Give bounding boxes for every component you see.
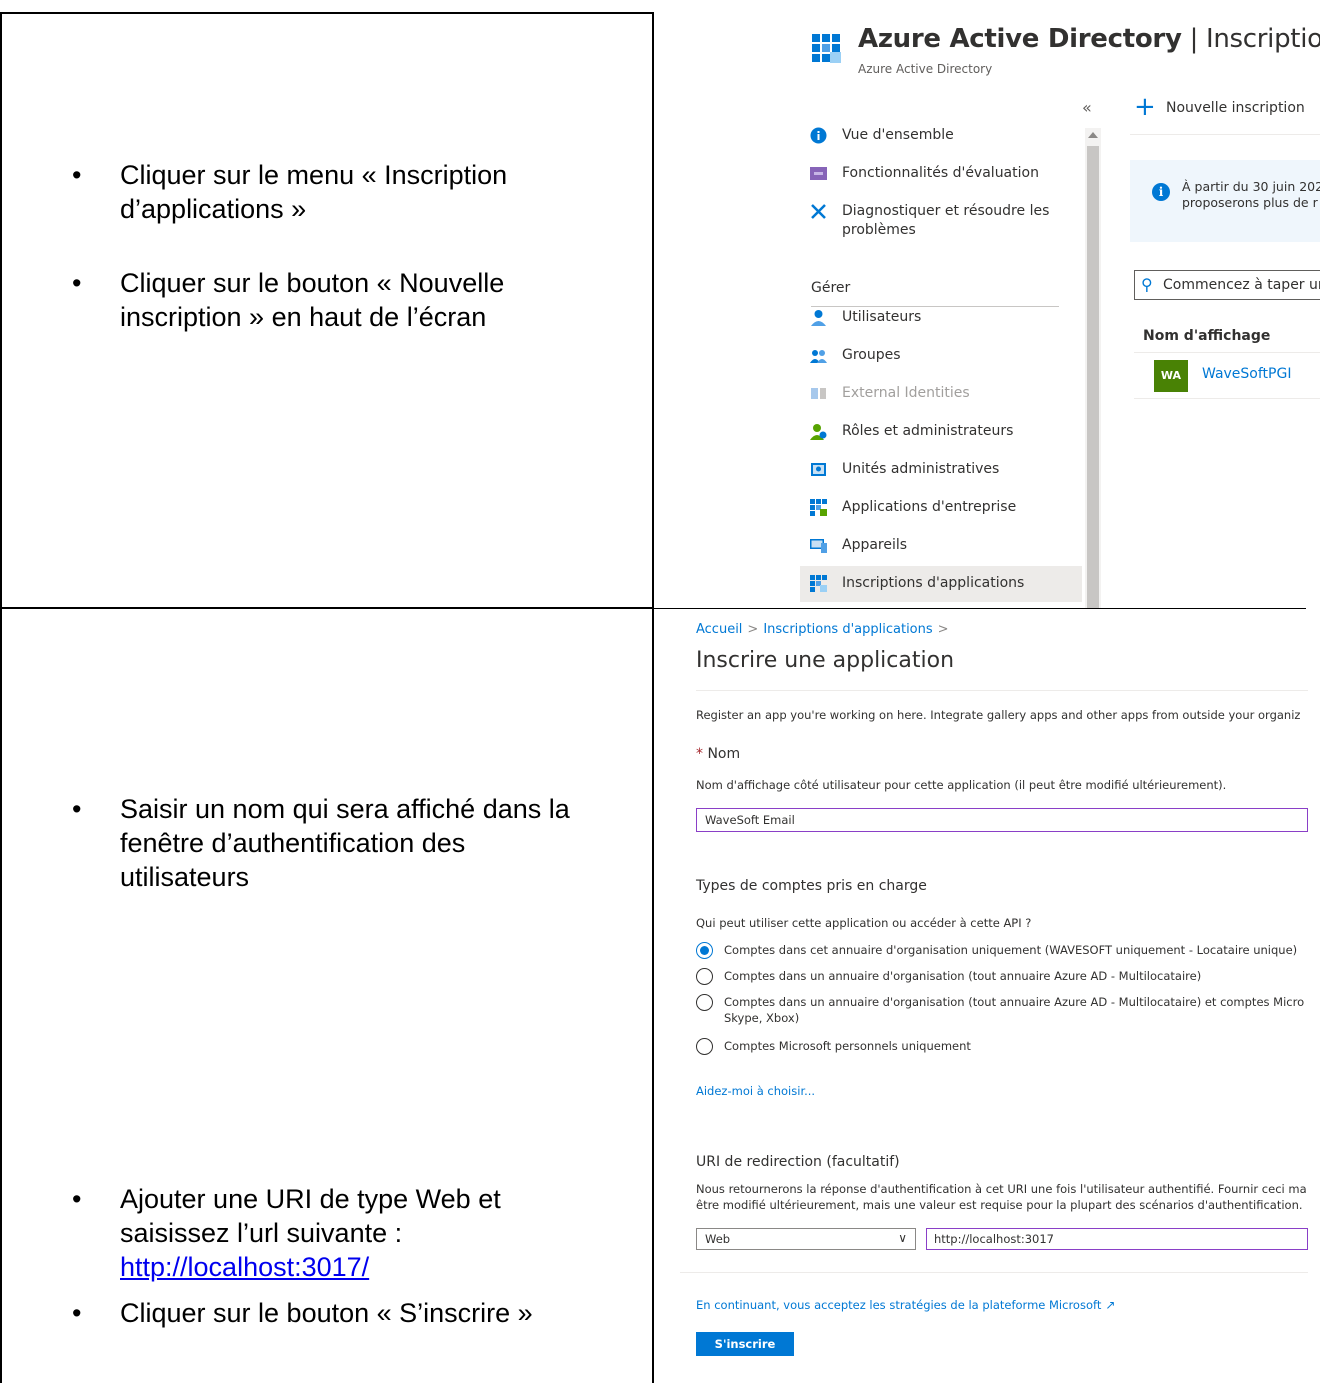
- help-me-choose-link[interactable]: Aidez-moi à choisir...: [696, 1084, 815, 1098]
- sidebar-item-preview-features[interactable]: Fonctionnalités d'évaluation: [800, 156, 1082, 192]
- sidebar-item-overview[interactable]: Vue d'ensemble: [800, 118, 1082, 154]
- radio-button[interactable]: [696, 942, 713, 959]
- user-icon: [811, 310, 826, 326]
- sidebar-item-app-registrations[interactable]: Inscriptions d'applications: [800, 566, 1082, 602]
- instruction-line: fenêtre d’authentification des: [120, 828, 466, 858]
- instruction-line: saisissez l’url suivante :: [120, 1218, 403, 1248]
- preview-features-icon: [810, 167, 827, 180]
- intro-text: Register an app you're working on here. …: [696, 708, 1301, 722]
- sidebar-item-diagnose[interactable]: Diagnostiquer et résoudre les problèmes: [800, 194, 1082, 252]
- register-app-screenshot: Accueil > Inscriptions d'applications > Ins…: [680, 612, 1308, 1374]
- radio-button[interactable]: [696, 968, 713, 985]
- scroll-up-arrow-icon[interactable]: [1088, 132, 1098, 138]
- command-bar-divider: [1130, 134, 1320, 135]
- chevron-right-icon: >: [747, 622, 759, 637]
- breadcrumb: Accueil > Inscriptions d'applications >: [696, 622, 954, 637]
- app-avatar: WA: [1154, 360, 1188, 392]
- groups-icon: [810, 350, 827, 363]
- footer-divider: [680, 1272, 1308, 1273]
- instruction-line: Ajouter une URI de type Web et: [120, 1184, 501, 1214]
- enterprise-apps-icon: [810, 499, 827, 516]
- redirect-uri-help: Nous retournerons la réponse d'authentif…: [696, 1182, 1307, 1196]
- required-asterisk: *: [696, 746, 703, 762]
- page-title: Inscrire une application: [696, 648, 955, 673]
- radio-button[interactable]: [696, 1038, 713, 1055]
- page-title: Azure Active Directory | Inscriptions: [858, 24, 1320, 54]
- platform-policies-link[interactable]: En continuant, vous acceptez les stratég…: [696, 1298, 1115, 1312]
- instruction-line: d’applications »: [120, 194, 307, 224]
- admin-units-icon: [811, 463, 826, 476]
- external-link-icon: ↗: [1105, 1298, 1116, 1312]
- sidebar-scrollbar[interactable]: [1085, 128, 1101, 608]
- sidebar-item-users[interactable]: Utilisateurs: [800, 300, 1082, 336]
- instruction-line: Cliquer sur le menu « Inscription: [120, 160, 508, 190]
- azure-portal-screenshot: Azure Active Directory | Inscriptions Az…: [654, 12, 1320, 608]
- breadcrumb-app-registrations[interactable]: Inscriptions d'applications: [763, 622, 932, 637]
- account-types-title: Types de comptes pris en charge: [696, 878, 927, 894]
- collapse-sidebar-icon[interactable]: «: [1082, 98, 1092, 117]
- breadcrumb-home[interactable]: Accueil: [696, 622, 742, 637]
- instruction-line: Cliquer sur le bouton « S’inscrire »: [120, 1298, 533, 1328]
- instruction-line: Cliquer sur le bouton « Nouvelle: [120, 268, 505, 298]
- name-field-label: * Nom: [696, 746, 741, 762]
- info-icon: i: [1152, 183, 1170, 201]
- register-button[interactable]: S'inscrire: [696, 1332, 794, 1356]
- sidebar-item-devices[interactable]: Appareils: [800, 528, 1082, 564]
- roles-icon: [810, 424, 827, 440]
- app-name-link[interactable]: WaveSoftPGI: [1202, 366, 1291, 382]
- redirect-uri-input[interactable]: http://localhost:3017: [926, 1228, 1308, 1250]
- table-row[interactable]: WA WaveSoftPGI: [1134, 354, 1320, 398]
- name-input[interactable]: WaveSoft Email: [696, 808, 1308, 832]
- title-divider: [696, 690, 1308, 691]
- sidebar-item-external-identities[interactable]: External Identities: [800, 376, 1082, 412]
- header-divider: [1134, 352, 1320, 353]
- page-subtitle: Azure Active Directory: [858, 62, 993, 76]
- table-border-left: [0, 12, 2, 1383]
- sidebar-item-groups[interactable]: Groupes: [800, 338, 1082, 374]
- search-icon: ⚲: [1141, 275, 1153, 294]
- info-banner: i À partir du 30 juin 202 proposerons pl…: [1130, 160, 1320, 242]
- azure-ad-logo-icon: [812, 34, 841, 63]
- devices-icon: [810, 539, 827, 553]
- wrench-icon: [811, 204, 826, 219]
- sidebar-section-manage: Gérer: [811, 280, 851, 296]
- app-registrations-icon: [810, 575, 827, 592]
- sidebar-item-admin-units[interactable]: Unités administratives: [800, 452, 1082, 488]
- instruction-line: utilisateurs: [120, 862, 250, 892]
- platform-select[interactable]: Web ∨: [696, 1228, 916, 1250]
- instruction-line: inscription » en haut de l’écran: [120, 302, 487, 332]
- chevron-down-icon: ∨: [898, 1231, 907, 1245]
- external-identities-icon: [811, 388, 826, 399]
- row-divider: [1134, 398, 1320, 399]
- instruction-line: Saisir un nom qui sera affiché dans la: [120, 794, 570, 824]
- account-types-question: Qui peut utiliser cette application ou a…: [696, 916, 1032, 930]
- radio-button[interactable]: [696, 994, 713, 1011]
- chevron-right-icon: >: [937, 622, 949, 637]
- scrollbar-thumb[interactable]: [1087, 146, 1099, 608]
- redirect-uri-help: être modifié ultérieurement, mais une va…: [696, 1198, 1303, 1212]
- name-field-help: Nom d'affichage côté utilisateur pour ce…: [696, 778, 1227, 792]
- localhost-url-link[interactable]: http://localhost:3017/: [120, 1252, 369, 1282]
- redirect-uri-title: URI de redirection (facultatif): [696, 1154, 900, 1170]
- search-input[interactable]: ⚲ Commencez à taper ur: [1134, 270, 1320, 300]
- info-icon: [810, 127, 827, 144]
- column-header-display-name[interactable]: Nom d'affichage: [1143, 328, 1270, 344]
- sidebar-item-enterprise-apps[interactable]: Applications d'entreprise: [800, 490, 1082, 526]
- plus-icon: +: [1134, 92, 1156, 122]
- sidebar-item-roles[interactable]: Rôles et administrateurs: [800, 414, 1082, 450]
